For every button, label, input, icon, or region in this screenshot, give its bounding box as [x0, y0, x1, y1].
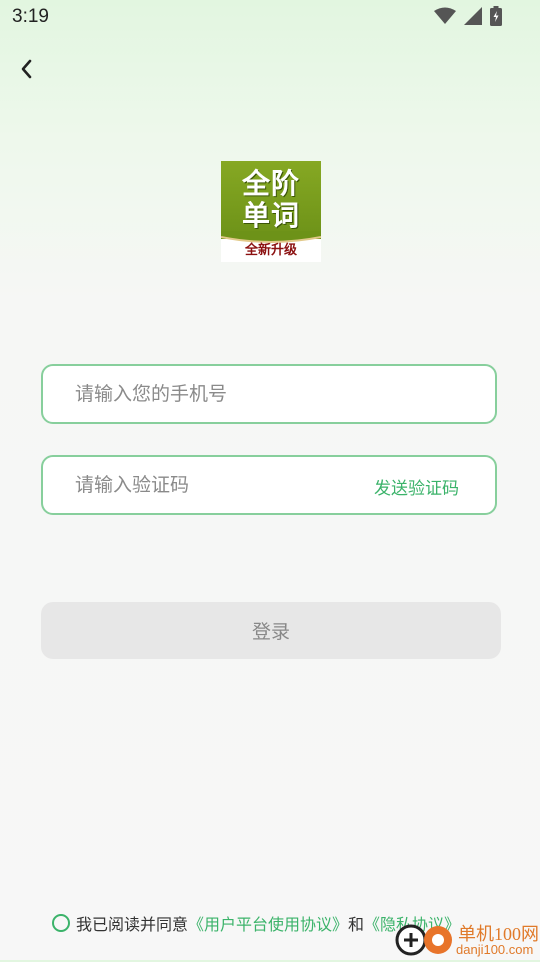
user-agreement-link[interactable]: 《用户平台使用协议》 [188, 911, 348, 935]
login-button[interactable]: 登录 [41, 602, 501, 659]
back-button[interactable] [10, 54, 44, 88]
watermark-logo-icon [394, 920, 454, 962]
chevron-left-icon [20, 59, 34, 83]
watermark: 单机100网 danji100.com [392, 918, 540, 960]
agreement-conjunction: 和 [348, 915, 365, 934]
signal-icon [464, 7, 482, 29]
phone-input[interactable] [75, 366, 375, 422]
send-code-button[interactable]: 发送验证码 [374, 474, 459, 499]
watermark-url: danji100.com [456, 942, 534, 957]
logo-subtitle: 全新升级 [244, 243, 297, 258]
logo-line-2: 单词 [241, 199, 300, 232]
status-time: 3:19 [12, 6, 49, 27]
logo-banner: 全阶 单词 [221, 161, 321, 239]
code-field-box: 发送验证码 [41, 455, 497, 515]
app-logo: 全阶 单词 全新升级 [221, 161, 321, 262]
agreement-prefix: 我已阅读并同意 [76, 915, 189, 934]
wifi-icon [434, 7, 456, 29]
phone-field-box [41, 364, 497, 424]
status-bar: 3:19 [0, 0, 540, 38]
battery-icon [490, 6, 502, 30]
agreement-checkbox[interactable] [52, 914, 70, 932]
status-icons [434, 6, 502, 30]
logo-line-1: 全阶 [241, 167, 300, 200]
verification-code-input[interactable] [75, 457, 375, 513]
